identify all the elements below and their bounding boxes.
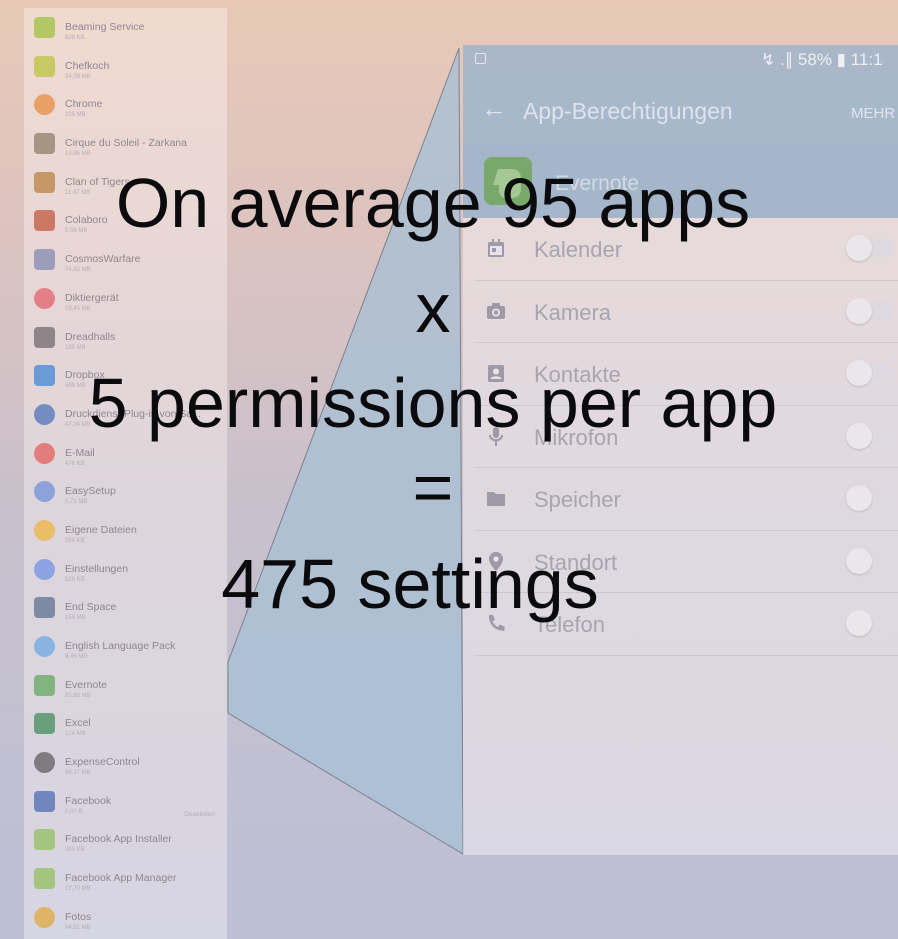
camera-icon <box>485 300 507 322</box>
permission-label: Telefon <box>534 612 605 637</box>
permission-toggle[interactable] <box>846 235 895 261</box>
location-icon <box>485 550 507 572</box>
calendar-icon <box>485 237 507 259</box>
evernote-icon <box>484 157 532 205</box>
back-arrow-icon[interactable]: ← <box>481 93 507 124</box>
permission-row: Standort <box>463 531 898 594</box>
phone-screen: ↯ .∥ 58% ▮ 11:1 ← App-Berechtigungen MEH… <box>463 45 898 855</box>
permission-label: Kamera <box>534 299 612 325</box>
permission-toggle[interactable] <box>846 485 895 511</box>
permission-label: Standort <box>534 549 618 575</box>
permission-row: Mikrofon <box>463 406 898 469</box>
permission-toggle[interactable] <box>846 610 895 636</box>
permission-row: Speicher <box>463 468 898 531</box>
app-name: Evernote <box>555 172 640 195</box>
app-bar: ← App-Berechtigungen MEHR <box>463 75 898 145</box>
status-indicators: ↯ .∥ 58% ▮ 11:1 <box>761 50 883 69</box>
contacts-icon <box>485 362 507 384</box>
permission-row: Kamera <box>463 281 898 344</box>
permission-label: Kontakte <box>534 362 621 387</box>
app-header: Evernote <box>463 145 898 218</box>
permission-label: Mikrofon <box>534 424 619 450</box>
image-notification-icon <box>475 53 486 64</box>
folder-icon <box>485 487 507 509</box>
permission-toggle[interactable] <box>846 547 895 574</box>
permission-toggle[interactable] <box>846 297 895 324</box>
phone-icon <box>485 612 507 634</box>
more-button[interactable]: MEHR <box>851 105 895 122</box>
permission-label: Speicher <box>534 487 621 512</box>
microphone-icon <box>485 425 507 447</box>
permission-list: Kalender Kamera Kontakte Mikrofon Speicher St… <box>463 218 898 656</box>
permission-row: Kontakte <box>463 343 898 406</box>
permission-toggle[interactable] <box>846 422 895 449</box>
status-bar: ↯ .∥ 58% ▮ 11:1 <box>463 45 898 75</box>
permission-row: Kalender <box>463 218 898 281</box>
page-title: App-Berechtigungen <box>523 98 733 124</box>
permission-toggle[interactable] <box>846 360 895 386</box>
permission-label: Kalender <box>534 237 623 262</box>
permission-row: Telefon <box>463 593 898 656</box>
